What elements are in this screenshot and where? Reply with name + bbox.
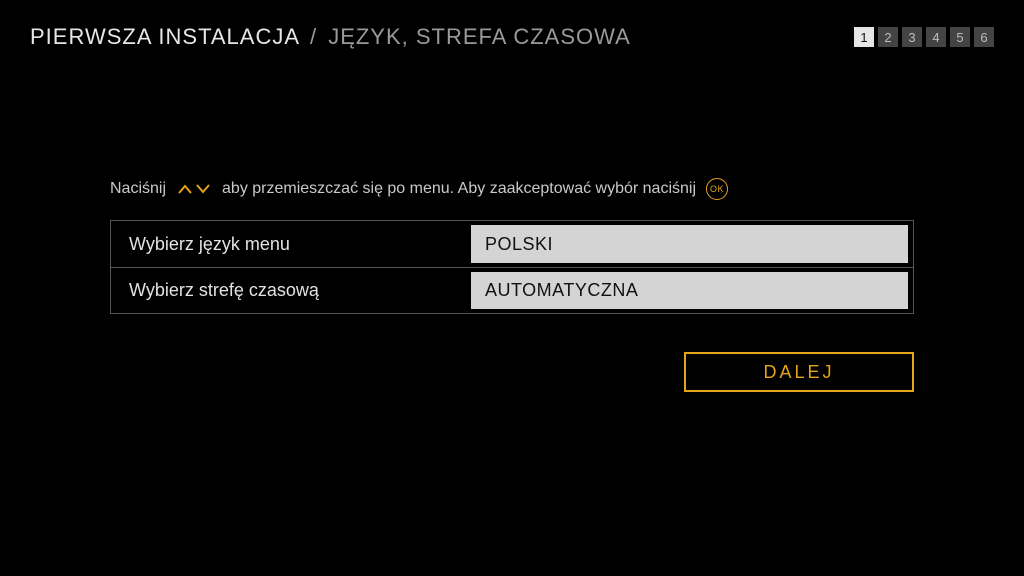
chevron-down-icon — [194, 182, 212, 196]
hint-text-1: Naciśnij — [110, 180, 166, 198]
step-3: 3 — [902, 27, 922, 47]
ok-icon: OK — [706, 178, 728, 200]
chevron-up-icon — [176, 182, 194, 196]
page-title: PIERWSZA INSTALACJA / JĘZYK, STREFA CZAS… — [30, 24, 631, 50]
settings-rows: Wybierz język menu POLSKI Wybierz strefę… — [110, 220, 914, 314]
step-2: 2 — [878, 27, 898, 47]
row-language-label: Wybierz język menu — [111, 221, 471, 267]
step-6: 6 — [974, 27, 994, 47]
step-1: 1 — [854, 27, 874, 47]
next-button[interactable]: DALEJ — [684, 352, 914, 392]
row-language[interactable]: Wybierz język menu POLSKI — [111, 221, 913, 267]
row-timezone-value[interactable]: AUTOMATYCZNA — [471, 272, 908, 309]
row-timezone-label: Wybierz strefę czasową — [111, 268, 471, 313]
step-4: 4 — [926, 27, 946, 47]
title-separator: / — [310, 24, 317, 49]
title-sub: JĘZYK, STREFA CZASOWA — [328, 24, 631, 49]
title-main: PIERWSZA INSTALACJA — [30, 24, 299, 49]
hint-text-2: aby przemieszczać się po menu. Aby zaakc… — [222, 180, 696, 198]
row-timezone[interactable]: Wybierz strefę czasową AUTOMATYCZNA — [111, 267, 913, 313]
navigation-hint: Naciśnij aby przemieszczać się po menu. … — [110, 178, 914, 200]
step-5: 5 — [950, 27, 970, 47]
arrow-icons — [176, 182, 212, 196]
step-indicator: 1 2 3 4 5 6 — [854, 27, 994, 47]
row-language-value[interactable]: POLSKI — [471, 225, 908, 263]
